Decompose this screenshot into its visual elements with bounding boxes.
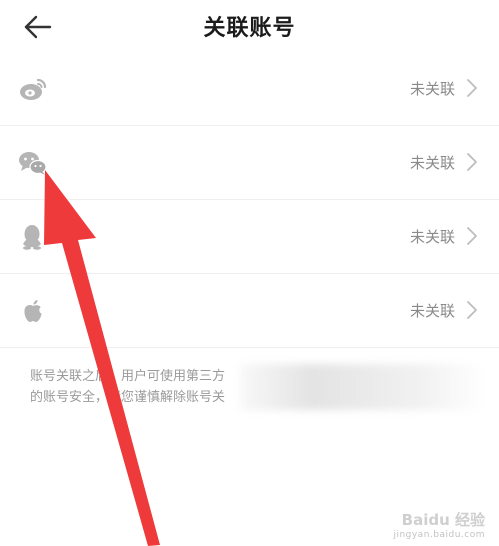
qq-icon: [23, 225, 41, 250]
account-row-wechat[interactable]: 未关联: [0, 126, 499, 200]
account-row-apple[interactable]: 未关联: [0, 274, 499, 348]
link-status: 未关联: [409, 302, 455, 320]
account-list: 未关联 未关联 未关联 未关联: [0, 52, 499, 348]
chevron-right-icon: [467, 227, 477, 245]
weibo-icon: [20, 78, 47, 100]
watermark-sub: jingyan.baidu.com: [393, 530, 485, 540]
apple-icon: [24, 300, 42, 322]
account-row-weibo[interactable]: 未关联: [0, 52, 499, 126]
chevron-right-icon: [467, 153, 477, 171]
watermark-main: Baidu 经验: [401, 511, 485, 529]
link-status: 未关联: [409, 80, 455, 98]
baidu-watermark: Baidu 经验 jingyan.baidu.com: [393, 509, 485, 540]
notice-text: 账号关联之后，用户可使用第三方 的账号安全，请您谨慎解除账号关: [30, 364, 480, 410]
link-status: 未关联: [409, 228, 455, 246]
account-row-qq[interactable]: 未关联: [0, 200, 499, 274]
chevron-right-icon: [467, 79, 477, 97]
wechat-icon: [19, 152, 47, 175]
chevron-right-icon: [467, 301, 477, 319]
header: 关联账号: [0, 0, 499, 56]
link-status: 未关联: [409, 154, 455, 172]
page-title: 关联账号: [203, 16, 296, 41]
blurred-region: [240, 364, 480, 410]
